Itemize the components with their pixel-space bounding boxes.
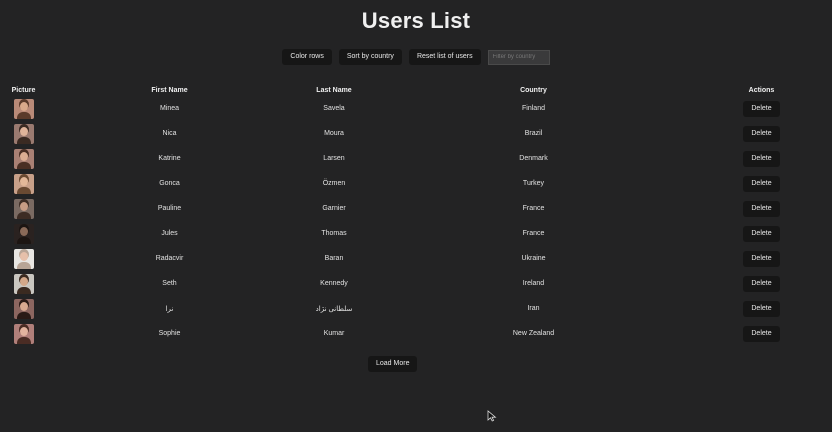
- actions-cell: Delete: [691, 271, 832, 296]
- last-name-cell: Kumar: [323, 330, 345, 337]
- header-first-name[interactable]: First Name: [47, 84, 292, 96]
- users-list-page: Users List Color rows Sort by country Re…: [0, 0, 832, 432]
- avatar: [13, 148, 34, 169]
- delete-button[interactable]: Delete: [743, 125, 780, 142]
- header-actions: Actions: [748, 86, 775, 94]
- delete-button[interactable]: Delete: [743, 175, 780, 192]
- actions-cell: Delete: [691, 321, 832, 346]
- users-table: Picture First Name Last Name Country Act…: [0, 84, 832, 346]
- table-row: Minea Savela Finland Delete: [0, 96, 832, 121]
- toolbar: Color rows Sort by country Reset list of…: [0, 49, 832, 65]
- picture-cell: [0, 196, 47, 221]
- country-cell: Finland: [522, 105, 545, 112]
- delete-button[interactable]: Delete: [743, 250, 780, 267]
- picture-cell: [0, 221, 47, 246]
- actions-cell: Delete: [691, 146, 832, 171]
- avatar: [13, 123, 34, 144]
- country-cell: Iran: [527, 305, 540, 312]
- avatar: [13, 298, 34, 319]
- last-name-cell: Kennedy: [320, 280, 348, 287]
- header-country[interactable]: Country: [376, 84, 691, 96]
- delete-button[interactable]: Delete: [743, 225, 780, 242]
- picture-cell: [0, 246, 47, 271]
- picture-cell: [0, 96, 47, 121]
- table-row: Radacvir Baran Ukraine Delete: [0, 246, 832, 271]
- last-name-cell: Baran: [324, 255, 344, 262]
- actions-cell: Delete: [691, 121, 832, 146]
- avatar: [13, 273, 34, 294]
- table-row: Sophie Kumar New Zealand Delete: [0, 321, 832, 346]
- country-cell: Brazil: [524, 130, 543, 137]
- delete-button[interactable]: Delete: [743, 300, 780, 317]
- actions-cell: Delete: [691, 296, 832, 321]
- country-cell: France: [522, 205, 545, 212]
- avatar: [13, 98, 34, 119]
- delete-button[interactable]: Delete: [743, 150, 780, 167]
- avatar: [13, 323, 34, 344]
- picture-cell: [0, 321, 47, 346]
- actions-cell: Delete: [691, 171, 832, 196]
- header-last-name[interactable]: Last Name: [292, 84, 376, 96]
- load-more-button[interactable]: Load More: [368, 356, 418, 372]
- first-name-cell: Sophie: [158, 330, 181, 337]
- avatar: [13, 248, 34, 269]
- picture-cell: [0, 296, 47, 321]
- first-name-cell: Radacvir: [155, 255, 184, 262]
- country-cell: Ireland: [522, 280, 545, 287]
- avatar: [13, 223, 34, 244]
- picture-cell: [0, 146, 47, 171]
- country-cell: Ukraine: [521, 255, 546, 262]
- country-cell: Turkey: [522, 180, 545, 187]
- page-title: Users List: [361, 8, 471, 33]
- delete-button[interactable]: Delete: [743, 100, 780, 117]
- first-name-cell: Minea: [159, 105, 180, 112]
- first-name-cell: Gonca: [159, 180, 180, 187]
- last-name-cell: Garnier: [322, 205, 346, 212]
- actions-cell: Delete: [691, 96, 832, 121]
- actions-cell: Delete: [691, 221, 832, 246]
- last-name-cell: سلطانی نژاد: [315, 305, 353, 313]
- delete-button[interactable]: Delete: [743, 275, 780, 292]
- last-name-cell: Özmen: [322, 180, 346, 187]
- table-row: Nica Moura Brazil Delete: [0, 121, 832, 146]
- color-rows-button[interactable]: Color rows: [282, 49, 332, 65]
- filter-by-country-input[interactable]: [487, 49, 550, 65]
- actions-cell: Delete: [691, 196, 832, 221]
- first-name-cell: Nica: [162, 130, 177, 137]
- table-row: Katrine Larsen Denmark Delete: [0, 146, 832, 171]
- delete-button[interactable]: Delete: [743, 200, 780, 217]
- table-row: Pauline Garnier France Delete: [0, 196, 832, 221]
- last-name-cell: Savela: [323, 105, 345, 112]
- last-name-cell: Thomas: [321, 230, 347, 237]
- delete-button[interactable]: Delete: [743, 325, 780, 342]
- header-picture[interactable]: Picture: [0, 84, 47, 96]
- last-name-cell: Moura: [324, 130, 344, 137]
- first-name-cell: نرا: [165, 305, 174, 313]
- first-name-cell: Katrine: [158, 155, 181, 162]
- table-row: Gonca Özmen Turkey Delete: [0, 171, 832, 196]
- sort-by-country-button[interactable]: Sort by country: [338, 49, 402, 65]
- picture-cell: [0, 121, 47, 146]
- country-cell: Denmark: [519, 155, 548, 162]
- mouse-cursor-icon: [487, 410, 497, 422]
- last-name-cell: Larsen: [323, 155, 345, 162]
- first-name-cell: Jules: [161, 230, 178, 237]
- country-cell: New Zealand: [512, 330, 555, 337]
- picture-cell: [0, 171, 47, 196]
- country-cell: France: [522, 230, 545, 237]
- avatar: [13, 198, 34, 219]
- table-row: Jules Thomas France Delete: [0, 221, 832, 246]
- first-name-cell: Seth: [162, 280, 177, 287]
- table-row: نرا سلطانی نژاد Iran Delete: [0, 296, 832, 321]
- table-row: Seth Kennedy Ireland Delete: [0, 271, 832, 296]
- first-name-cell: Pauline: [157, 205, 182, 212]
- picture-cell: [0, 271, 47, 296]
- actions-cell: Delete: [691, 246, 832, 271]
- table-header-row: Picture First Name Last Name Country Act…: [0, 84, 832, 96]
- avatar: [13, 173, 34, 194]
- reset-list-button[interactable]: Reset list of users: [408, 49, 481, 65]
